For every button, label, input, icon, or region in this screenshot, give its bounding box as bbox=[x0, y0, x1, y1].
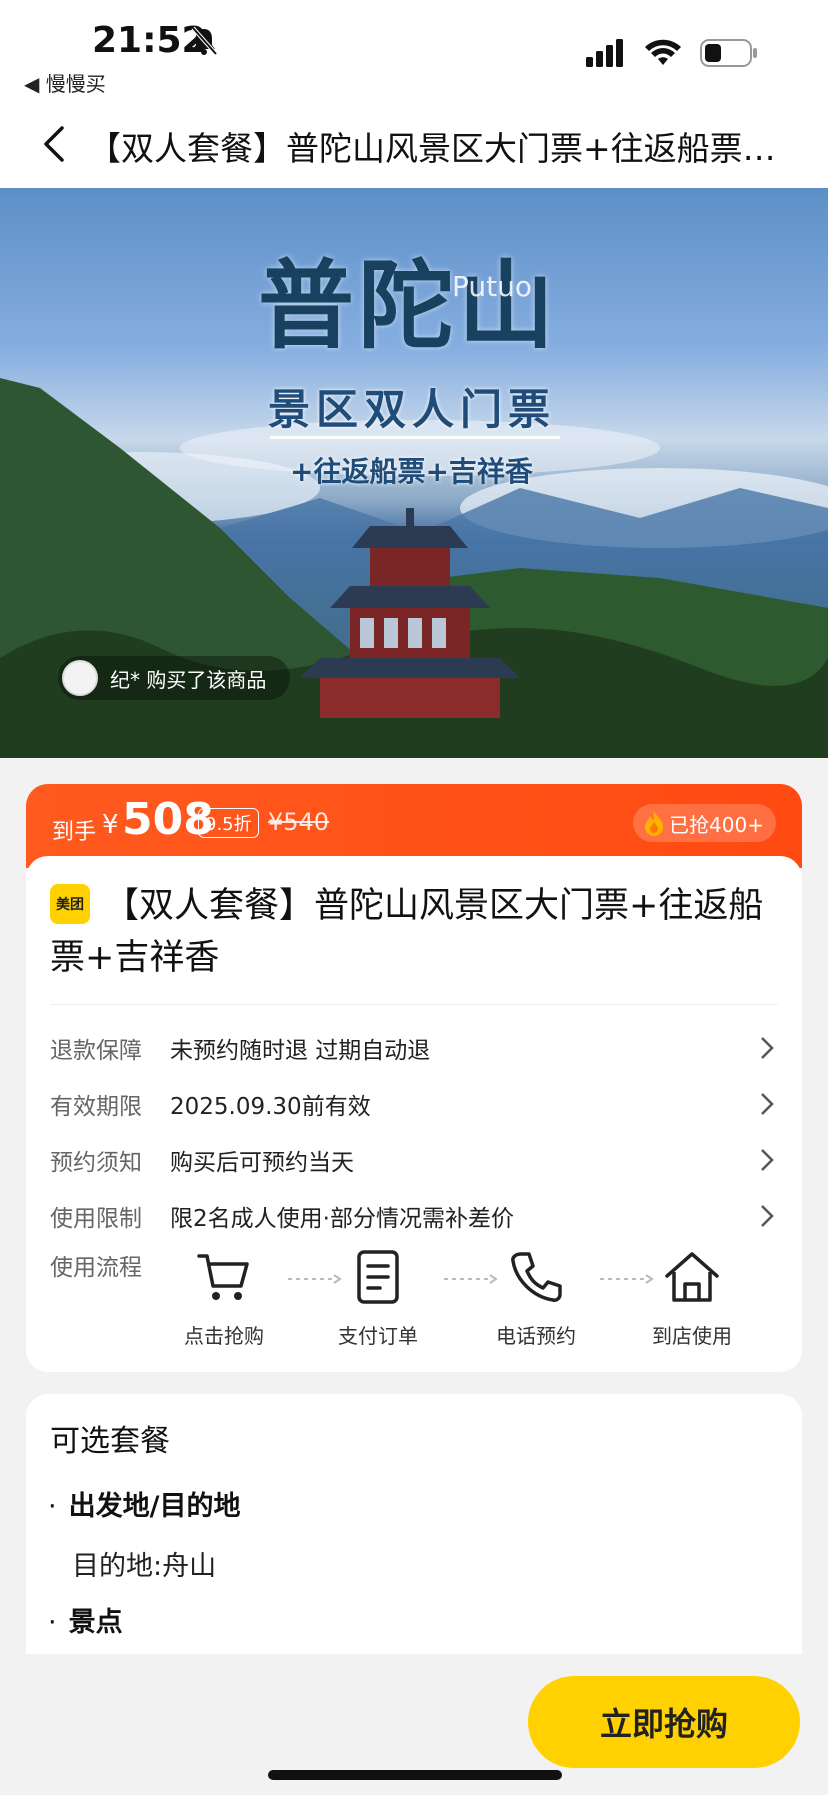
hero-latin: Putuo bbox=[452, 270, 532, 303]
info-label: 预约须知 bbox=[50, 1150, 142, 1176]
info-value: 购买后可预约当天 bbox=[170, 1150, 354, 1176]
flow-label: 使用流程 bbox=[50, 1255, 142, 1281]
flow-step-buy: 点击抢购 bbox=[164, 1248, 284, 1349]
package-heading-attraction: · 景点 bbox=[48, 1607, 123, 1638]
price-prefix: 到手 bbox=[52, 820, 97, 845]
nav-header: 【双人套餐】普陀山风景区大门票+往返船票+... bbox=[0, 100, 828, 188]
fire-icon bbox=[645, 811, 664, 836]
package-heading-text: 出发地/目的地 bbox=[68, 1491, 241, 1522]
info-label: 退款保障 bbox=[50, 1038, 142, 1064]
package-options-card: 可选套餐 · 出发地/目的地 目的地:舟山 · 景点 bbox=[26, 1394, 802, 1654]
document-icon bbox=[357, 1250, 399, 1304]
info-label: 有效期限 bbox=[50, 1094, 142, 1120]
chevron-right-icon bbox=[761, 1093, 774, 1115]
hero-subtitle: 景区双人门票 bbox=[268, 385, 557, 434]
info-value: 限2名成人使用·部分情况需补差价 bbox=[170, 1206, 514, 1232]
info-value: 2025.09.30前有效 bbox=[170, 1094, 371, 1120]
info-row-restriction[interactable]: 使用限制 限2名成人使用·部分情况需补差价 bbox=[50, 1196, 780, 1236]
flow-step-call: 电话预约 bbox=[476, 1248, 596, 1349]
product-hero-image[interactable]: 普陀山 Putuo 景区双人门票 +往返船票+吉祥香 纪* 购买了该商品 bbox=[0, 188, 828, 758]
flow-step-label: 点击抢购 bbox=[184, 1324, 264, 1348]
hero-subtitle-2: +往返船票+吉祥香 bbox=[290, 455, 533, 488]
back-arrow-icon[interactable] bbox=[40, 124, 68, 164]
bell-slash-icon bbox=[191, 26, 218, 56]
price-currency: ¥ bbox=[102, 810, 119, 840]
status-bar: 21:52 ◀ 慢慢买 bbox=[0, 0, 828, 100]
info-label: 使用限制 bbox=[50, 1206, 142, 1232]
package-section-title: 可选套餐 bbox=[50, 1424, 170, 1459]
recent-buyer-notice: 纪* 购买了该商品 bbox=[58, 656, 291, 700]
page-title: 【双人套餐】普陀山风景区大门票+往返船票+... bbox=[88, 129, 788, 168]
info-value: 未预约随时退 过期自动退 bbox=[170, 1038, 431, 1064]
status-icons bbox=[584, 38, 758, 68]
chevron-right-icon bbox=[761, 1205, 774, 1227]
flow-step-label: 到店使用 bbox=[652, 1324, 732, 1348]
chevron-right-icon bbox=[761, 1037, 774, 1059]
product-info-card: 美团 【双人套餐】普陀山风景区大门票+往返船票+吉祥香 退款保障 未预约随时退 … bbox=[26, 856, 802, 1372]
original-price: ¥540 bbox=[268, 808, 330, 836]
buyer-avatar bbox=[62, 660, 98, 696]
buy-now-button[interactable]: 立即抢购 bbox=[528, 1676, 800, 1768]
info-row-validity[interactable]: 有效期限 2025.09.30前有效 bbox=[50, 1084, 780, 1124]
sold-count-text: 已抢400+ bbox=[669, 812, 764, 837]
home-icon bbox=[665, 1252, 719, 1302]
signal-icon bbox=[586, 39, 623, 67]
sold-count-badge: 已抢400+ bbox=[633, 804, 776, 842]
package-destination-value: 目的地:舟山 bbox=[72, 1551, 217, 1582]
cart-icon bbox=[197, 1254, 249, 1300]
package-heading-destination: · 出发地/目的地 bbox=[48, 1491, 241, 1522]
home-indicator bbox=[268, 1770, 562, 1780]
flow-step-label: 支付订单 bbox=[338, 1324, 418, 1348]
flow-step-label: 电话预约 bbox=[496, 1324, 576, 1348]
info-row-refund[interactable]: 退款保障 未预约随时退 过期自动退 bbox=[50, 1028, 780, 1068]
divider bbox=[50, 1004, 778, 1005]
phone-icon bbox=[511, 1252, 562, 1302]
chevron-right-icon bbox=[761, 1149, 774, 1171]
battery-icon bbox=[700, 39, 757, 67]
product-title: 【双人套餐】普陀山风景区大门票+往返船票+吉祥香 bbox=[50, 886, 764, 978]
discount-badge: 9.5折 bbox=[198, 808, 259, 838]
back-to-app-link[interactable]: ◀ 慢慢买 bbox=[24, 68, 106, 97]
info-row-booking[interactable]: 预约须知 购买后可预约当天 bbox=[50, 1140, 780, 1180]
flow-step-visit: 到店使用 bbox=[632, 1248, 752, 1349]
flow-step-pay: 支付订单 bbox=[318, 1248, 438, 1349]
wifi-icon bbox=[645, 39, 681, 65]
package-heading-text: 景点 bbox=[68, 1607, 123, 1638]
buyer-notice-text: 纪* 购买了该商品 bbox=[110, 667, 267, 692]
hero-divider bbox=[270, 436, 560, 439]
